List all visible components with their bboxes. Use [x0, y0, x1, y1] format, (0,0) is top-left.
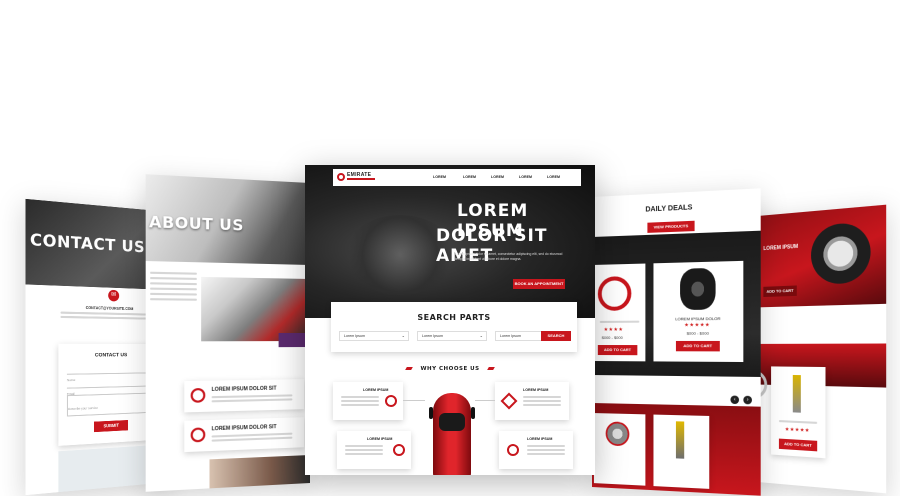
rating-stars: ★★★★: [603, 326, 624, 333]
chevron-down-icon: ⌄: [401, 333, 405, 338]
feature-title: LOREM IPSUM: [367, 437, 393, 441]
deals-page: DAILY DEALS VIEW PRODUCTS ★★★★ $000 - $0…: [592, 188, 761, 496]
suspension-icon: [792, 374, 801, 413]
add-to-cart-button[interactable]: ADD TO CART: [675, 340, 720, 352]
feature-card-4: LOREM IPSUM: [499, 431, 573, 469]
right-hero-button[interactable]: ADD TO CART: [763, 285, 797, 298]
about-page: ABOUT US LOREM IPSUM DOLOR SIT LOREM IPS…: [145, 174, 310, 492]
nav-item-4[interactable]: LOREM: [519, 175, 532, 179]
email-field[interactable]: Email: [66, 379, 154, 396]
add-to-cart-button[interactable]: ADD TO CART: [778, 438, 818, 452]
deal-card-3: [593, 413, 646, 486]
tire-service-icon: [385, 395, 397, 407]
contact-email[interactable]: CONTACT@YOURSITE.COM: [86, 306, 133, 311]
add-to-cart-button[interactable]: ADD TO CART: [597, 345, 638, 356]
brake-icon: [605, 421, 630, 447]
deal-card-4: [653, 414, 710, 489]
nav-item-1[interactable]: LOREM: [433, 175, 446, 179]
part-select-1[interactable]: Lorem Ipsum ⌄: [339, 331, 409, 341]
nav-item-3[interactable]: LOREM: [491, 175, 504, 179]
about-item-1: LOREM IPSUM DOLOR SIT: [184, 379, 305, 413]
feature-card-3: LOREM IPSUM: [337, 431, 411, 469]
gear-icon: [190, 387, 206, 403]
nav-item-2[interactable]: LOREM: [463, 175, 476, 179]
suspension-icon: [675, 421, 685, 459]
feature-card-2: LOREM IPSUM: [495, 382, 569, 420]
main-page: EMIRATE LOREM LOREM LOREM LOREM LOREM LO…: [305, 165, 595, 475]
deal-card-1: ★★★★ $000 - $000 ADD TO CART: [593, 263, 646, 362]
part-select-2[interactable]: Lorem Ipsum ⌄: [417, 331, 487, 341]
search-title: SEARCH PARTS: [417, 313, 491, 322]
tire-icon: [680, 267, 716, 311]
brake-service-icon: [393, 444, 405, 456]
search-button[interactable]: SEARCH: [541, 331, 571, 341]
feature-title: LOREM IPSUM: [523, 388, 549, 392]
about-item-title: LOREM IPSUM DOLOR SIT: [211, 385, 277, 394]
rating-stars: ★★★★★: [784, 426, 810, 435]
brand-logo[interactable]: EMIRATE: [337, 172, 377, 183]
name-field[interactable]: Name: [66, 366, 154, 382]
about-photo-accent: [278, 333, 309, 348]
wrench-icon: [507, 444, 519, 456]
deal-price: $000 - $000: [686, 330, 709, 336]
why-title-accent-right: [487, 367, 495, 371]
rating-stars: ★★★★★: [684, 322, 711, 329]
submit-button[interactable]: SUBMIT: [93, 420, 129, 433]
deal-price: $000 - $000: [601, 334, 623, 340]
nav-item-5[interactable]: LOREM: [547, 175, 560, 179]
connector-line: [403, 400, 425, 401]
connector-line: [475, 400, 495, 401]
feature-title: LOREM IPSUM: [363, 388, 389, 392]
right-product-card: ★★★★★ ADD TO CART: [771, 366, 826, 459]
why-title: WHY CHOOSE US: [420, 365, 480, 372]
about-item-2: LOREM IPSUM DOLOR SIT: [184, 417, 305, 453]
nav-bar: EMIRATE LOREM LOREM LOREM LOREM LOREM: [333, 169, 581, 186]
deal-product-name: LOREM IPSUM DOLOR: [675, 315, 721, 322]
feature-card-1: LOREM IPSUM: [333, 382, 403, 420]
about-item-title: LOREM IPSUM DOLOR SIT: [211, 424, 277, 433]
about-photo: [201, 276, 307, 342]
message-field[interactable]: Describe your service: [66, 392, 154, 417]
search-parts-box: SEARCH PARTS Lorem Ipsum ⌄ Lorem Ipsum ⌄…: [331, 302, 577, 352]
piston-icon: [500, 392, 518, 410]
view-products-button[interactable]: VIEW PRODUCTS: [647, 220, 695, 233]
red-car-image: [429, 393, 475, 475]
deal-card-2: LOREM IPSUM DOLOR ★★★★★ $000 - $000 ADD …: [653, 260, 744, 363]
why-title-row: WHY CHOOSE US: [305, 360, 595, 378]
chevron-down-icon: ⌄: [479, 333, 483, 338]
about-text: [150, 271, 197, 301]
about-bottom-photo: [209, 455, 310, 491]
next-arrow-icon[interactable]: ›: [743, 395, 752, 405]
contact-email-icon: ✉: [108, 289, 120, 302]
rim-icon: [597, 276, 632, 311]
about-heading: ABOUT US: [148, 212, 244, 235]
why-title-accent-left: [405, 367, 413, 371]
gear-icon: [190, 427, 206, 443]
book-appointment-button[interactable]: BOOK AN APPOINTMENT: [513, 279, 565, 289]
prev-arrow-icon[interactable]: ‹: [730, 395, 740, 405]
feature-title: LOREM IPSUM: [527, 437, 553, 441]
hero-text: Lorem ipsum dolor sit amet, consectetur …: [455, 252, 563, 261]
logo-icon: [337, 173, 345, 181]
